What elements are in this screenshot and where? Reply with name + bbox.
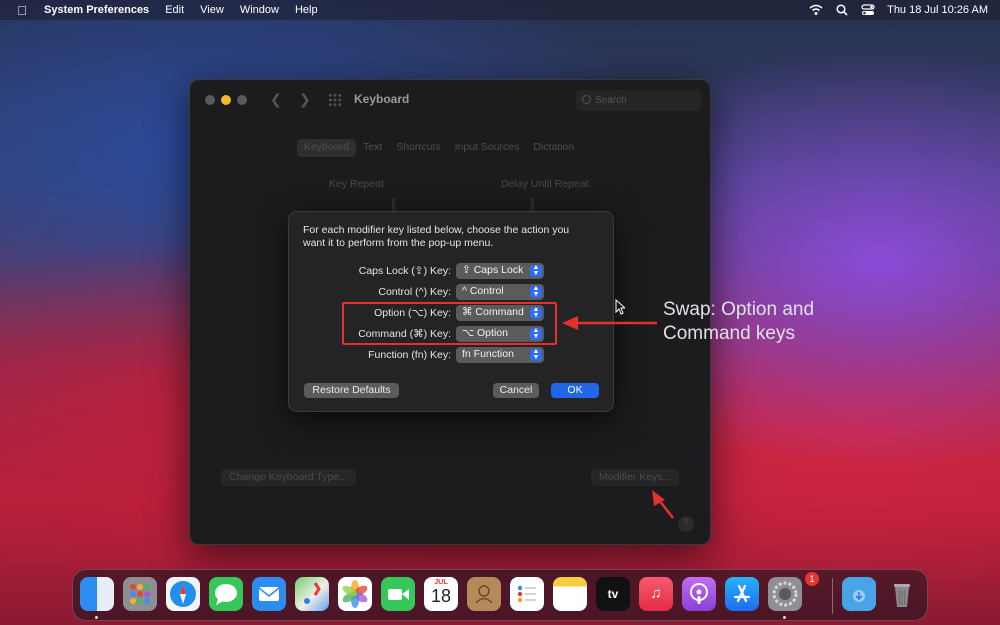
tv-label: tv [607, 587, 619, 601]
messages-icon[interactable] [209, 577, 243, 611]
close-button[interactable] [205, 95, 215, 105]
back-chevron-icon[interactable]: ❮ [270, 91, 282, 108]
key-repeat-label: Key Repeat [329, 178, 384, 190]
show-all-grid-icon[interactable] [328, 93, 342, 107]
control-row: Control (^) Key: ^ Control ▲ ▼ [289, 284, 615, 300]
running-indicator [95, 616, 98, 619]
mouse-pointer-icon [615, 299, 625, 315]
menu-view[interactable]: View [200, 4, 224, 16]
contacts-icon[interactable] [467, 577, 501, 611]
facetime-icon[interactable] [381, 577, 415, 611]
calendar-icon[interactable]: JUL 18 [424, 577, 458, 611]
control-key-label: Control (^) Key: [378, 286, 451, 298]
search-input[interactable]: Search [576, 90, 702, 111]
function-row: Function (fn) Key: fn Function ▲ ▼ [289, 347, 615, 363]
updown-chevron-icon: ▲ ▼ [530, 348, 542, 361]
caps-lock-popup[interactable]: ⇪ Caps Lock ▲ ▼ [456, 263, 544, 279]
maps-icon[interactable] [295, 577, 329, 611]
annotation-text: Swap: Option and Command keys [663, 299, 815, 344]
spotlight-search-icon[interactable] [835, 4, 849, 16]
system-preferences-icon[interactable] [768, 577, 802, 611]
function-popup-value: fn Function [462, 348, 514, 360]
menu-bar:  System Preferences Edit View Window He… [0, 0, 1000, 20]
highlight-box [342, 302, 557, 345]
caps-lock-popup-value: ⇪ Caps Lock [462, 264, 524, 276]
tab-keyboard[interactable]: Keyboard [297, 139, 356, 157]
dock-separator [832, 578, 833, 614]
music-icon[interactable]: ♫ [639, 577, 673, 611]
dock: JUL 18 tv ♫ 1 [72, 569, 928, 621]
mail-icon[interactable] [252, 577, 286, 611]
window-titlebar: ❮ ❯ Keyboard Search [190, 80, 710, 120]
menu-window[interactable]: Window [240, 4, 279, 16]
delay-until-repeat-label: Delay Until Repeat [501, 178, 589, 190]
calendar-day: 18 [430, 586, 452, 606]
window-title: Keyboard [354, 92, 410, 106]
menu-help[interactable]: Help [295, 4, 318, 16]
tab-input-sources[interactable]: Input Sources [448, 139, 527, 157]
caps-lock-key-label: Caps Lock (⇪) Key: [358, 265, 451, 277]
function-popup[interactable]: fn Function ▲ ▼ [456, 347, 544, 363]
reminders-icon[interactable] [510, 577, 544, 611]
apple-tv-icon[interactable]: tv [596, 577, 630, 611]
cancel-button[interactable]: Cancel [493, 383, 539, 398]
tab-shortcuts[interactable]: Shortcuts [389, 139, 447, 157]
trash-icon[interactable] [885, 577, 919, 611]
safari-icon[interactable] [166, 577, 200, 611]
control-popup-value: ^ Control [462, 285, 504, 297]
change-keyboard-type-button[interactable]: Change Keyboard Type... [221, 469, 356, 486]
function-key-label: Function (fn) Key: [368, 349, 451, 361]
search-placeholder: Search [595, 95, 627, 106]
minimize-button[interactable] [221, 95, 231, 105]
restore-defaults-button[interactable]: Restore Defaults [304, 383, 399, 398]
finder-icon[interactable] [80, 577, 114, 611]
modifier-keys-button[interactable]: Modifier Keys... [591, 469, 680, 486]
ok-button[interactable]: OK [551, 383, 599, 398]
zoom-button[interactable] [237, 95, 247, 105]
apple-menu-icon[interactable]:  [10, 3, 34, 18]
app-store-icon[interactable] [725, 577, 759, 611]
search-icon [582, 95, 591, 104]
forward-chevron-icon[interactable]: ❯ [299, 91, 311, 108]
dialog-message: For each modifier key listed below, choo… [303, 224, 570, 249]
notes-icon[interactable] [553, 577, 587, 611]
downloads-folder-icon[interactable] [842, 577, 876, 611]
menu-app-name[interactable]: System Preferences [44, 4, 149, 16]
podcasts-icon[interactable] [682, 577, 716, 611]
caps-lock-row: Caps Lock (⇪) Key: ⇪ Caps Lock ▲ ▼ [289, 263, 615, 279]
tab-bar: Keyboard Text Shortcuts Input Sources Di… [297, 139, 581, 157]
calendar-month: JUL [434, 579, 448, 586]
help-button[interactable]: ? [678, 516, 694, 532]
wifi-icon[interactable] [809, 4, 823, 16]
tab-text[interactable]: Text [356, 139, 389, 157]
delay-until-repeat-slider[interactable] [531, 198, 534, 212]
updown-chevron-icon: ▲ ▼ [530, 285, 542, 298]
photos-icon[interactable] [338, 577, 372, 611]
control-popup[interactable]: ^ Control ▲ ▼ [456, 284, 544, 300]
menu-clock[interactable]: Thu 18 Jul 10:26 AM [887, 4, 988, 16]
launchpad-icon[interactable] [123, 577, 157, 611]
updown-chevron-icon: ▲ ▼ [530, 264, 542, 277]
key-repeat-slider[interactable] [392, 198, 395, 212]
running-indicator [783, 616, 786, 619]
menu-edit[interactable]: Edit [165, 4, 184, 16]
tab-dictation[interactable]: Dictation [526, 139, 581, 157]
control-center-icon[interactable] [861, 4, 875, 16]
notification-badge: 1 [805, 572, 819, 586]
